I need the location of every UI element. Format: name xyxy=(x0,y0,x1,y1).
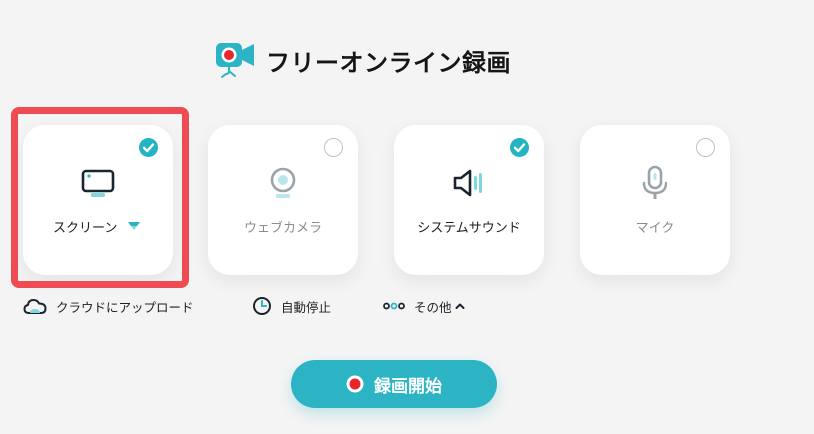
microphone-icon xyxy=(642,165,668,199)
options-row: クラウドにアップロード 自動停止 その他 xyxy=(0,295,814,317)
cloud-upload-option[interactable]: クラウドにアップロード xyxy=(23,295,194,317)
checkmark-icon xyxy=(142,143,155,153)
cloud-upload-label: クラウドにアップロード xyxy=(56,299,194,315)
source-label-sound: システムサウンド xyxy=(417,221,521,236)
webcam-icon xyxy=(270,167,296,198)
chevron-up-icon xyxy=(455,303,465,309)
checkmark-icon xyxy=(513,143,526,153)
auto-stop-label: 自動停止 xyxy=(281,299,332,315)
more-dots-icon xyxy=(383,302,405,310)
source-cards: スクリーン ウェブカメラ システムサウンド マイク xyxy=(0,0,814,290)
screen-checkbox[interactable] xyxy=(139,138,158,157)
webcam-checkbox[interactable] xyxy=(324,138,343,157)
auto-stop-option[interactable]: 自動停止 xyxy=(252,295,331,317)
source-card-mic[interactable]: マイク xyxy=(580,125,730,275)
source-label-screen: スクリーン xyxy=(53,221,118,236)
sound-checkbox[interactable] xyxy=(510,138,529,157)
cloud-icon xyxy=(23,299,47,314)
mic-checkbox[interactable] xyxy=(696,138,715,157)
other-options-label: その他 xyxy=(414,299,452,315)
start-recording-button[interactable]: 録画開始 xyxy=(291,360,497,408)
speaker-icon xyxy=(453,169,482,197)
other-options-toggle[interactable]: その他 xyxy=(383,295,465,317)
dropdown-arrow-icon[interactable] xyxy=(127,221,141,231)
clock-icon xyxy=(253,297,271,315)
monitor-icon xyxy=(81,169,115,197)
source-card-screen[interactable]: スクリーン xyxy=(23,125,173,275)
source-label-mic: マイク xyxy=(635,221,675,236)
record-icon xyxy=(346,375,364,393)
source-card-webcam[interactable]: ウェブカメラ xyxy=(208,125,358,275)
source-label-webcam: ウェブカメラ xyxy=(243,221,322,236)
start-recording-label: 録画開始 xyxy=(374,376,442,397)
source-card-sound[interactable]: システムサウンド xyxy=(394,125,544,275)
